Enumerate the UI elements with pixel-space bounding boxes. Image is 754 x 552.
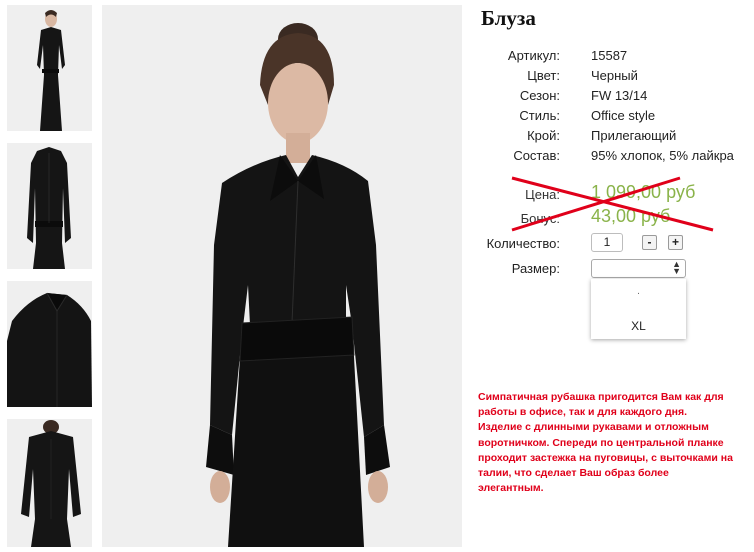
spec-value-color: Черный: [591, 68, 638, 83]
thumbnail-full-front-image: [7, 5, 92, 131]
quantity-label: Количество:: [486, 236, 560, 251]
thumbnail-front-closeup[interactable]: [7, 143, 92, 269]
thumbnail-front-closeup-image: [7, 143, 92, 269]
quantity-input[interactable]: 1: [591, 233, 623, 252]
thumbnail-collar-detail[interactable]: [7, 281, 92, 407]
size-label: Размер:: [511, 261, 560, 276]
spec-label-composition: Состав:: [513, 148, 560, 163]
select-arrows-icon: ▲ ▼: [672, 259, 681, 276]
bonus-label: Бонус:: [520, 211, 560, 226]
spec-label-article: Артикул:: [507, 48, 560, 63]
product-title: Блуза: [481, 6, 536, 30]
spec-value-article: 15587: [591, 48, 628, 63]
thumbnail-collar-detail-image: [7, 281, 92, 407]
spec-value-season: FW 13/14: [591, 88, 648, 103]
size-dropdown-list: . XL: [591, 279, 686, 339]
size-option-blank[interactable]: .: [591, 285, 686, 299]
product-description: Симпатичная рубашка пригодится Вам как д…: [478, 391, 733, 495]
spec-label-cut: Крой:: [527, 128, 560, 143]
spec-value-cut: Прилегающий: [591, 128, 677, 143]
spec-label-color: Цвет:: [527, 68, 560, 83]
spec-value-style: Office style: [591, 108, 656, 123]
spec-value-composition: 95% хлопок, 5% лайкра: [591, 148, 734, 163]
thumbnail-back-view-image: [7, 419, 92, 547]
spec-label-season: Сезон:: [519, 88, 560, 103]
bonus-value: 43,00 руб: [591, 206, 671, 226]
quantity-increase-button[interactable]: +: [668, 235, 683, 250]
quantity-decrease-button[interactable]: -: [642, 235, 657, 250]
spec-label-style: Стиль:: [519, 108, 560, 123]
main-product-photo: [102, 5, 462, 547]
thumbnail-full-front[interactable]: [7, 5, 92, 131]
price-label: Цена:: [525, 187, 560, 202]
size-select[interactable]: ▲ ▼: [591, 259, 686, 278]
size-option-xl[interactable]: XL: [591, 319, 686, 333]
main-product-photo-image: [102, 5, 462, 547]
thumbnail-back-view[interactable]: [7, 419, 92, 547]
price-value: 1 099,00 руб: [591, 182, 696, 202]
